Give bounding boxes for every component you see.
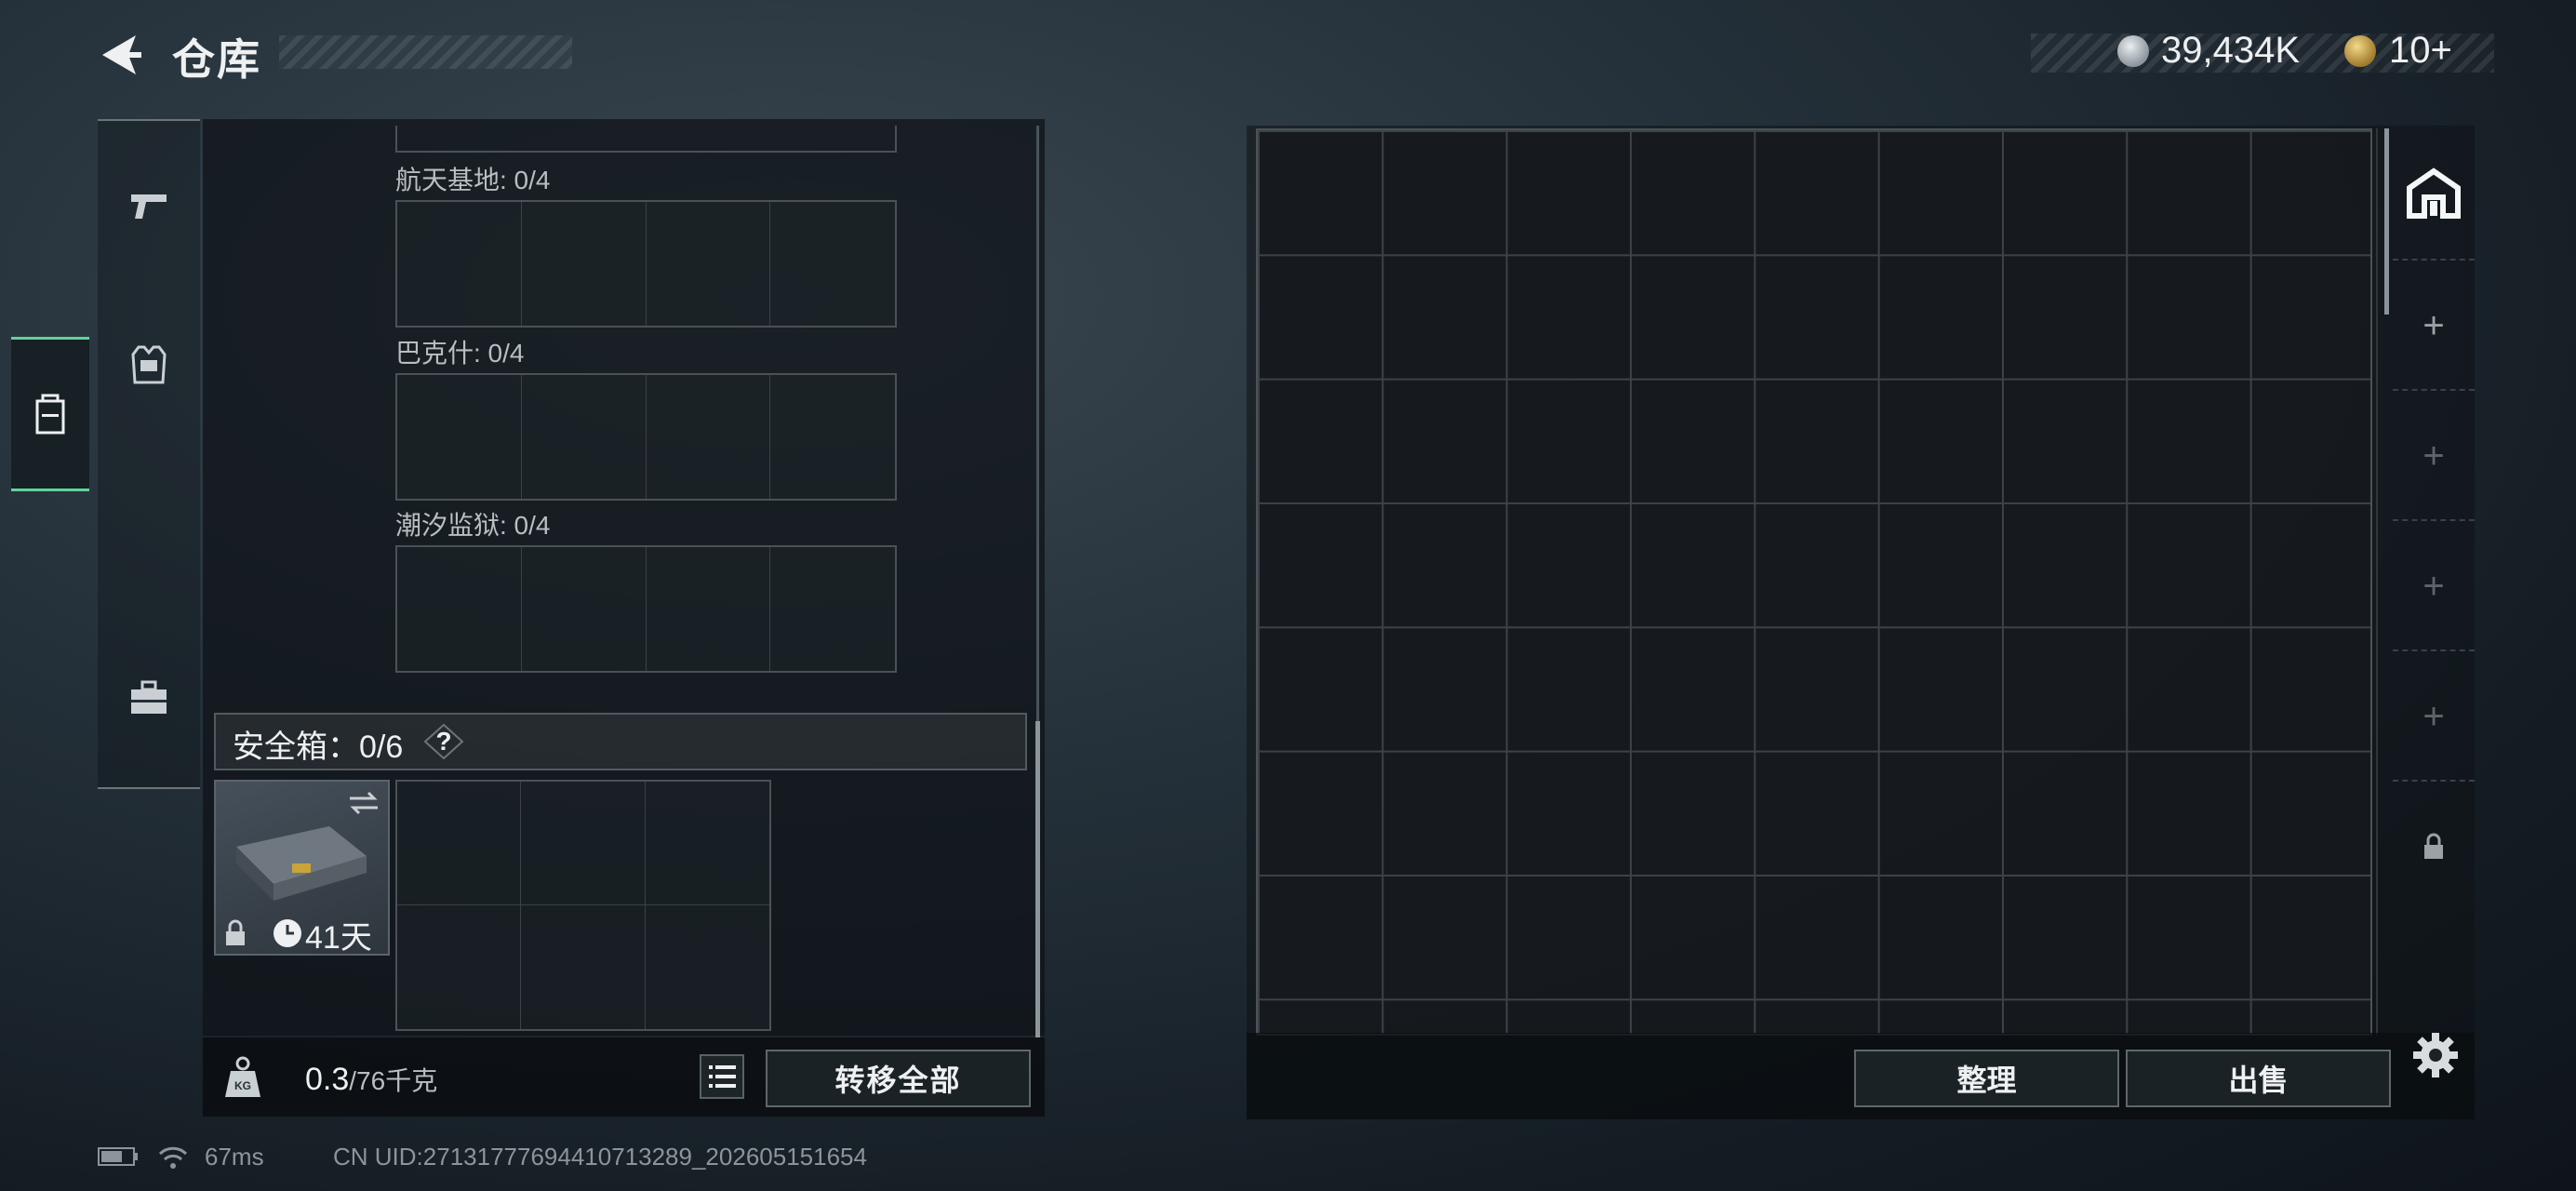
warehouse-grid[interactable] [1256,128,2372,1036]
partial-slot-row [395,126,897,153]
pistol-icon [131,194,167,219]
svg-text:KG: KG [234,1079,251,1092]
battery-icon [98,1147,138,1166]
lock-icon [226,919,245,945]
tab-backpack-selected[interactable] [11,337,89,491]
weight-icon: KG [225,1056,260,1097]
slot-grid-bakhsh[interactable] [395,373,897,501]
right-panel-divider [2376,128,2378,1036]
transfer-all-button[interactable]: 转移全部 [766,1050,1031,1107]
clock-icon [274,919,301,947]
safebox-case-icon [236,826,367,901]
add-page-button-1[interactable]: + [2393,259,2475,391]
tab-tools[interactable] [98,623,200,772]
help-glyph: ? [435,727,452,756]
gear-icon[interactable] [2411,1031,2460,1079]
toolbox-icon [131,680,167,714]
warehouse-page-column: + + + + [2393,128,2475,929]
silver-currency-amount[interactable]: 39,434K [2161,30,2300,72]
wifi-icon [158,1146,188,1169]
help-icon[interactable]: ? [424,724,463,759]
slot-grid-tidal-prison[interactable] [395,545,897,673]
weight-readout: 0.3/76千克 [305,1061,437,1098]
add-page-button-2[interactable]: + [2393,389,2475,521]
category-tabbar [98,119,200,789]
swap-icon[interactable] [346,789,381,817]
add-page-button-3[interactable]: + [2393,519,2475,651]
tab-armor[interactable] [98,290,200,439]
left-scrollbar-thumb[interactable] [1035,721,1040,1037]
slot-grid-aerospace-base[interactable] [395,200,897,328]
list-view-icon[interactable] [700,1054,744,1099]
tab-weapons[interactable] [98,130,200,279]
slot-label-aerospace-base: 航天基地: 0/4 [395,166,551,194]
armor-vest-icon [131,345,167,384]
right-scrollbar-thumb[interactable] [2384,128,2389,314]
user-uid: CN UID:27131777694410713289_202605151654 [333,1143,867,1171]
warehouse-page-main[interactable] [2393,128,2475,259]
page-title: 仓库 [172,35,261,84]
lock-icon [2424,833,2443,859]
gold-coin-icon [2344,35,2376,67]
weight-current: 0.3 [305,1062,350,1097]
safebox-label: 安全箱：0/6 [233,729,404,765]
silver-coin-icon [2117,35,2149,67]
safebox-days-remaining: 41天 [305,920,372,956]
add-page-button-4[interactable]: + [2393,649,2475,782]
warehouse-home-icon [2407,167,2461,219]
gold-currency-amount[interactable]: 10+ [2389,30,2452,72]
backpack-icon [35,394,65,435]
sell-button[interactable]: 出售 [2126,1050,2391,1107]
back-arrow-icon[interactable] [93,28,147,82]
safebox-slot-grid[interactable] [395,780,771,1031]
title-decoration [279,35,572,69]
network-latency: 67ms [205,1143,264,1171]
weight-capacity: /76千克 [349,1066,438,1095]
sort-button[interactable]: 整理 [1854,1050,2119,1107]
slot-label-bakhsh: 巴克什: 0/4 [395,339,525,368]
slot-label-tidal-prison: 潮汐监狱: 0/4 [395,511,551,540]
locked-page-slot[interactable] [2393,780,2475,912]
